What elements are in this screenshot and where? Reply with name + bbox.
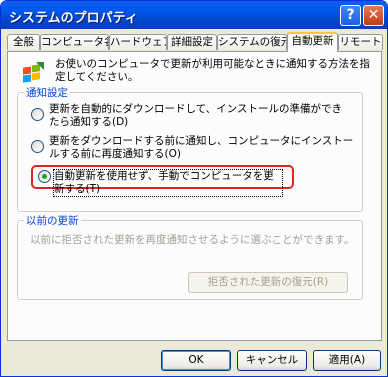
radio-notify-before-download[interactable]	[31, 140, 44, 153]
tab-system-restore[interactable]: システムの復元	[217, 34, 287, 50]
cancel-button[interactable]: キャンセル	[237, 350, 307, 371]
tab-computer-name[interactable]: コンピュータ名	[40, 34, 109, 50]
option-auto-download-label[interactable]: 更新を自動的にダウンロードして、インストールの準備ができたら通知する(D)	[49, 103, 349, 129]
tab-automatic-updates[interactable]: 自動更新	[287, 32, 338, 52]
option-manual-update-label[interactable]: 自動更新を使用せず、手動でコンピュータを更新する(T)	[53, 169, 283, 197]
tab-remote[interactable]: リモート	[338, 34, 383, 50]
help-button[interactable]: ?	[340, 5, 361, 26]
tab-advanced[interactable]: 詳細設定	[167, 34, 217, 50]
title-bar[interactable]: システムのプロパティ ? ✕	[1, 1, 387, 29]
automatic-updates-panel: お使いのコンピュータで更新が利用可能なときに通知する方法を指定してください。 通…	[7, 51, 382, 341]
option-notify-before-download-label[interactable]: 更新をダウンロードする前に通知し、コンピュータにインストールする前に再度通知する…	[49, 135, 359, 161]
tab-general[interactable]: 全般	[7, 34, 40, 50]
intro-text: お使いのコンピュータで更新が利用可能なときに通知する方法を指定してください。	[55, 58, 370, 83]
radio-auto-download[interactable]	[31, 108, 44, 121]
system-properties-window: システムのプロパティ ? ✕ 全般 コンピュータ名 ハードウェア 詳細設定 シス…	[0, 0, 388, 377]
notification-settings-title: 通知設定	[24, 85, 70, 100]
apply-button[interactable]: 適用(A)	[313, 350, 381, 371]
previous-updates-text: 以前に拒否された更新を再度通知させるように選ぶことができます。	[30, 234, 355, 246]
tab-hardware[interactable]: ハードウェア	[109, 34, 167, 50]
restore-declined-updates-button[interactable]: 拒否された更新の復元(R)	[188, 272, 348, 293]
radio-manual-update[interactable]	[38, 170, 51, 183]
tab-strip: 全般 コンピュータ名 ハードウェア 詳細設定 システムの復元 自動更新 リモート	[7, 32, 383, 52]
ok-button[interactable]: OK	[161, 350, 231, 371]
windows-update-icon	[23, 62, 44, 83]
previous-updates-title: 以前の更新	[24, 213, 81, 228]
window-title: システムのプロパティ	[9, 11, 138, 26]
close-button[interactable]: ✕	[363, 5, 384, 26]
